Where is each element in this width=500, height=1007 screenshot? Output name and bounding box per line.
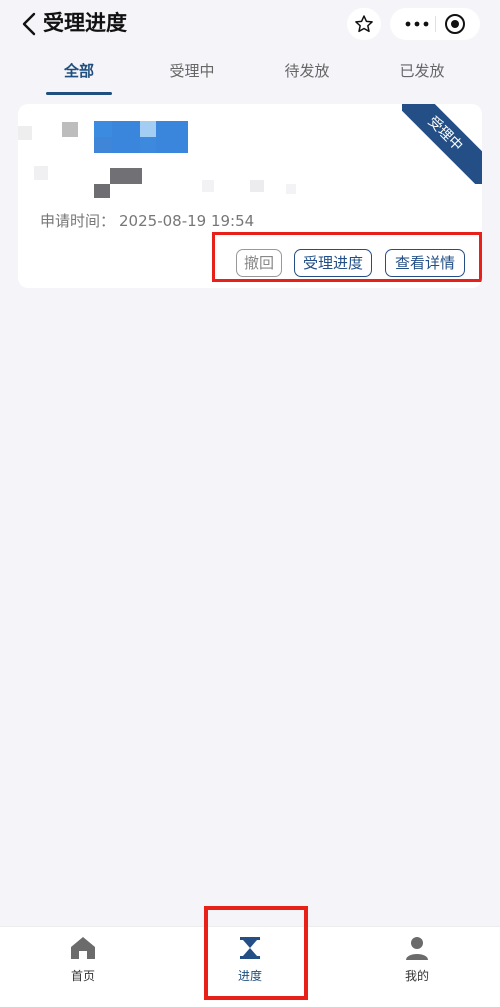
user-icon [406, 937, 428, 960]
status-ribbon-label: 受理中 [402, 104, 482, 184]
apply-time-value: 2025-08-19 19:54 [119, 212, 255, 230]
tab-pending-issue[interactable]: 待发放 [257, 60, 357, 81]
withdraw-button[interactable]: 撤回 [236, 249, 282, 277]
tabbar-label-mine: 我的 [404, 969, 429, 983]
tabbar-item-mine[interactable]: 我的 [372, 935, 462, 984]
more-dots-icon[interactable] [404, 16, 430, 32]
tabbar-label-home: 首页 [70, 969, 95, 983]
tabbar-progress-highlight [204, 906, 308, 1000]
tabbar-item-home[interactable]: 首页 [38, 935, 128, 984]
tab-issued[interactable]: 已发放 [372, 60, 472, 81]
home-icon [71, 937, 95, 959]
star-icon [355, 15, 373, 33]
back-chevron-icon[interactable] [20, 12, 40, 36]
close-target-icon[interactable] [444, 13, 466, 35]
active-tab-underline [46, 92, 112, 95]
top-bar: 受理进度 [0, 0, 500, 48]
status-tabs: 全部 受理中 待发放 已发放 [0, 50, 500, 96]
tab-processing[interactable]: 受理中 [142, 60, 242, 81]
status-ribbon: 受理中 [402, 104, 482, 184]
apply-time-label: 申请时间： [40, 212, 116, 230]
capsule-divider [435, 16, 436, 32]
favorite-button[interactable] [347, 8, 381, 40]
card-actions-highlight: 撤回 受理进度 查看详情 [212, 232, 482, 282]
view-details-button[interactable]: 查看详情 [385, 249, 465, 277]
mini-program-capsule [390, 8, 480, 40]
application-card[interactable]: 受理中 申请时间： 2025-08-19 19:54 撤回 受理进度 查看详情 [18, 104, 482, 288]
page-title: 受理进度 [43, 11, 127, 35]
apply-time: 申请时间： 2025-08-19 19:54 [40, 210, 254, 231]
tab-all[interactable]: 全部 [29, 60, 129, 81]
progress-button[interactable]: 受理进度 [294, 249, 372, 277]
